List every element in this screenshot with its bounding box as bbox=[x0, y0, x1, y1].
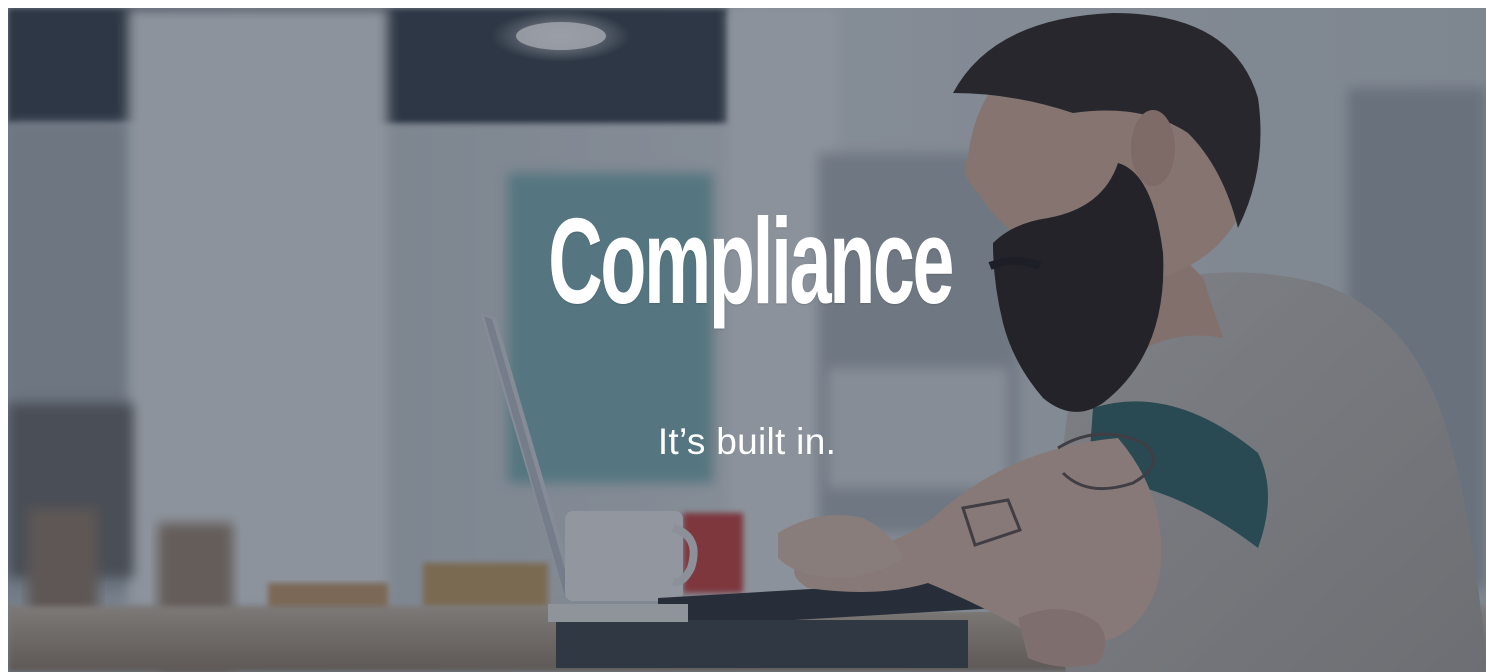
hero-banner: Compliance It’s built in. bbox=[8, 8, 1486, 672]
hero-tagline: It’s built in. bbox=[657, 421, 837, 462]
hero-headline: Compliance bbox=[548, 193, 954, 329]
hero-text-block: Compliance It’s built in. bbox=[8, 8, 1486, 672]
